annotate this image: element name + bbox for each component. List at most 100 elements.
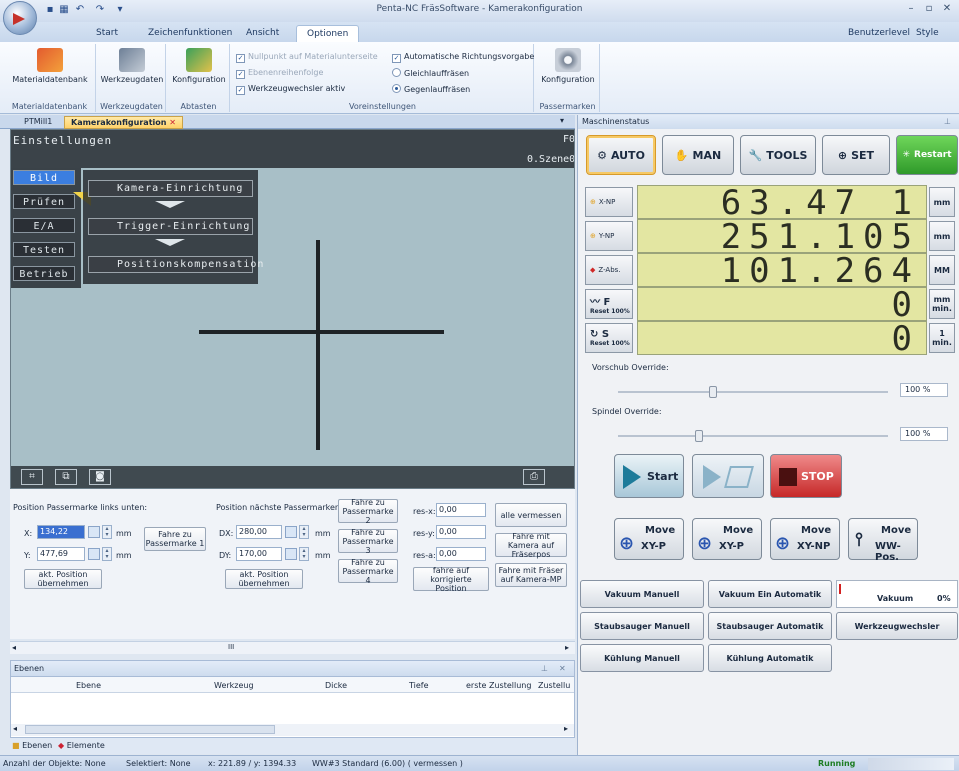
auto-mode-button[interactable]: ⚙ AUTO [586, 135, 656, 175]
move-xy-p-button-1[interactable]: ⊕ Move XY-P [614, 518, 684, 560]
axis-y-button[interactable]: ⊕ Y-NP [585, 221, 633, 251]
scroll-thumb[interactable] [25, 725, 275, 734]
gleichlauf-radio[interactable]: Gleichlauffräsen [392, 68, 469, 78]
vakuum-manuell-button[interactable]: Vakuum Manuell [580, 580, 704, 608]
menu-pruefen[interactable]: Prüfen [13, 194, 75, 209]
scroll-left-icon[interactable]: ◂ [12, 643, 16, 652]
scroll-thumb[interactable]: III [228, 643, 234, 651]
fahre-passermarke-2-button[interactable]: Fahre zu Passermarke 2 [338, 498, 398, 525]
camera-view[interactable]: Einstellungen F0 0.Szene0 Bild Prüfen E/… [10, 129, 575, 489]
pin-icon[interactable]: ⊥ [944, 117, 951, 126]
minimize-icon[interactable]: – [904, 3, 918, 17]
auto-richtung-checkbox[interactable]: ✓ Automatische Richtungsvorgabe [392, 52, 534, 63]
col-werkzeug[interactable]: Werkzeug [214, 681, 254, 690]
horizontal-scrollbar[interactable]: ◂ III ▸ [10, 641, 575, 654]
res-a-field[interactable]: 0,00 [436, 547, 486, 561]
ebenenreihenfolge-checkbox[interactable]: ✓ Ebenenreihenfolge [236, 68, 323, 79]
fahre-fraeser-button[interactable]: Fahre mit Fräser auf Kamera-MP [495, 563, 567, 587]
col-zustellung[interactable]: Zustellu [538, 681, 570, 690]
fahre-passermarke-4-button[interactable]: Fahre zu Passermarke 4 [338, 558, 398, 585]
move-xy-np-button[interactable]: ⊕ Move XY-NP [770, 518, 840, 560]
col-dicke[interactable]: Dicke [325, 681, 347, 690]
scroll-right-icon[interactable]: ▸ [564, 724, 568, 733]
close-icon[interactable]: ✕ [940, 3, 954, 17]
spindle-reset-button[interactable]: ↻ S Reset 100% [585, 323, 633, 353]
scroll-left-icon[interactable]: ◂ [13, 724, 17, 733]
frame-icon[interactable]: ⌗ [21, 469, 43, 485]
vorschub-slider-thumb[interactable] [708, 386, 717, 398]
menu-bild[interactable]: Bild [13, 170, 75, 185]
dx-input[interactable]: 280,00 [236, 525, 282, 539]
menu-testen[interactable]: Testen [13, 242, 75, 257]
positionskompensation-button[interactable]: Positionskompensation [88, 256, 263, 273]
kamera-einrichtung-button[interactable]: Kamera-Einrichtung [88, 180, 253, 197]
tab-optionen[interactable]: Optionen [296, 25, 360, 42]
stop-button[interactable]: STOP [770, 454, 842, 498]
axis-x-button[interactable]: ⊕ X-NP [585, 187, 633, 217]
spindel-slider[interactable] [618, 430, 888, 442]
restart-button[interactable]: ✳ Restart [896, 135, 958, 175]
fahre-kamera-button[interactable]: Fahre mit Kamera auf Fräserpos [495, 532, 567, 559]
move-xy-p-button-2[interactable]: ⊕ Move XY-P [692, 518, 762, 560]
close-tab-icon[interactable]: ✕ [169, 118, 176, 127]
status-icons[interactable] [868, 758, 954, 770]
close-icon[interactable]: ✕ [559, 664, 566, 673]
staubsauger-manuell-button[interactable]: Staubsauger Manuell [580, 612, 704, 640]
col-erste-zustellung[interactable]: erste Zustellung [466, 681, 531, 690]
res-x-field[interactable]: 0,00 [436, 503, 486, 517]
kuehlung-automatik-button[interactable]: Kühlung Automatik [708, 644, 832, 672]
redo-icon[interactable]: ↷ [94, 4, 106, 16]
nullpunkt-checkbox[interactable]: ✓ Nullpunkt auf Materialunterseite [236, 52, 378, 63]
fahre-passermarke-1-button[interactable]: Fahre zu Passermarke 1 [144, 527, 206, 551]
tab-zeichenfunktionen[interactable]: Zeichenfunktionen [138, 25, 242, 42]
dy-spinner[interactable]: ▴ ▾ [299, 547, 309, 561]
res-y-field[interactable]: 0,00 [436, 525, 486, 539]
staubsauger-automatik-button[interactable]: Staubsauger Automatik [708, 612, 832, 640]
menu-ea[interactable]: E/A [13, 218, 75, 233]
zoom-icon[interactable]: ⧉ [55, 469, 77, 485]
pin-icon[interactable]: ⊥ [541, 664, 548, 673]
tab-dropdown-icon[interactable]: ▾ [560, 116, 564, 125]
fahre-korrigiert-button[interactable]: fahre auf korrigierte Position [413, 566, 489, 593]
dy-input[interactable]: 170,00 [236, 547, 282, 561]
y-input[interactable]: 477,69 [37, 547, 85, 561]
tools-mode-button[interactable]: 🔧 TOOLS [740, 135, 816, 175]
werkzeugwechsler-checkbox[interactable]: ✓ Werkzeugwechsler aktiv [236, 84, 345, 95]
step-button[interactable] [692, 454, 764, 498]
qat-dropdown-icon[interactable]: ▾ [114, 4, 126, 16]
ebenen-scrollbar[interactable]: ◂ ▸ [11, 724, 574, 736]
x-spinner[interactable]: ▴ ▾ [102, 525, 112, 539]
vorschub-slider[interactable] [618, 386, 888, 398]
man-mode-button[interactable]: ✋ MAN [662, 135, 734, 175]
set-mode-button[interactable]: ⊕ SET [822, 135, 890, 175]
print-icon[interactable]: ⎙ [523, 469, 545, 485]
move-ww-pos-button[interactable]: ⫯ Move WW-Pos. [848, 518, 918, 563]
maximize-icon[interactable]: ▫ [922, 3, 936, 17]
werkzeugdaten-button[interactable]: Werkzeugdaten [98, 46, 166, 84]
akt-position-2-button[interactable]: akt. Position übernehmen [225, 569, 303, 589]
spindel-slider-thumb[interactable] [695, 430, 703, 442]
passermarken-konfiguration-button[interactable]: Konfiguration [536, 46, 600, 84]
col-ebene[interactable]: Ebene [76, 681, 101, 690]
gegenlauf-radio[interactable]: Gegenlauffräsen [392, 84, 470, 94]
tab-start[interactable]: Start [86, 25, 128, 42]
tab-kamerakonfiguration[interactable]: Kamerakonfiguration ✕ [64, 116, 183, 129]
abtasten-konfiguration-button[interactable]: Konfiguration [168, 46, 230, 84]
calc-icon[interactable] [88, 526, 100, 538]
werkzeugwechsler-button[interactable]: Werkzeugwechsler [836, 612, 958, 640]
calc-icon[interactable] [88, 548, 100, 560]
calc-icon[interactable] [285, 548, 297, 560]
trigger-einrichtung-button[interactable]: Trigger-Einrichtung [88, 218, 253, 235]
y-spinner[interactable]: ▴ ▾ [102, 547, 112, 561]
col-tiefe[interactable]: Tiefe [409, 681, 429, 690]
save-icon[interactable]: ▪ [44, 4, 56, 16]
vakuum-ein-automatik-button[interactable]: Vakuum Ein Automatik [708, 580, 832, 608]
undo-icon[interactable]: ↶ [74, 4, 86, 16]
start-button[interactable]: Start [614, 454, 684, 498]
alle-vermessen-button[interactable]: alle vermessen [495, 503, 567, 527]
axis-z-button[interactable]: ◆ Z-Abs. [585, 255, 633, 285]
tab-ptmill1[interactable]: PTMill1 [18, 116, 58, 129]
tab-ansicht[interactable]: Ansicht [236, 25, 289, 42]
x-input[interactable]: 134,22 [37, 525, 85, 539]
akt-position-1-button[interactable]: akt. Position übernehmen [24, 569, 102, 589]
